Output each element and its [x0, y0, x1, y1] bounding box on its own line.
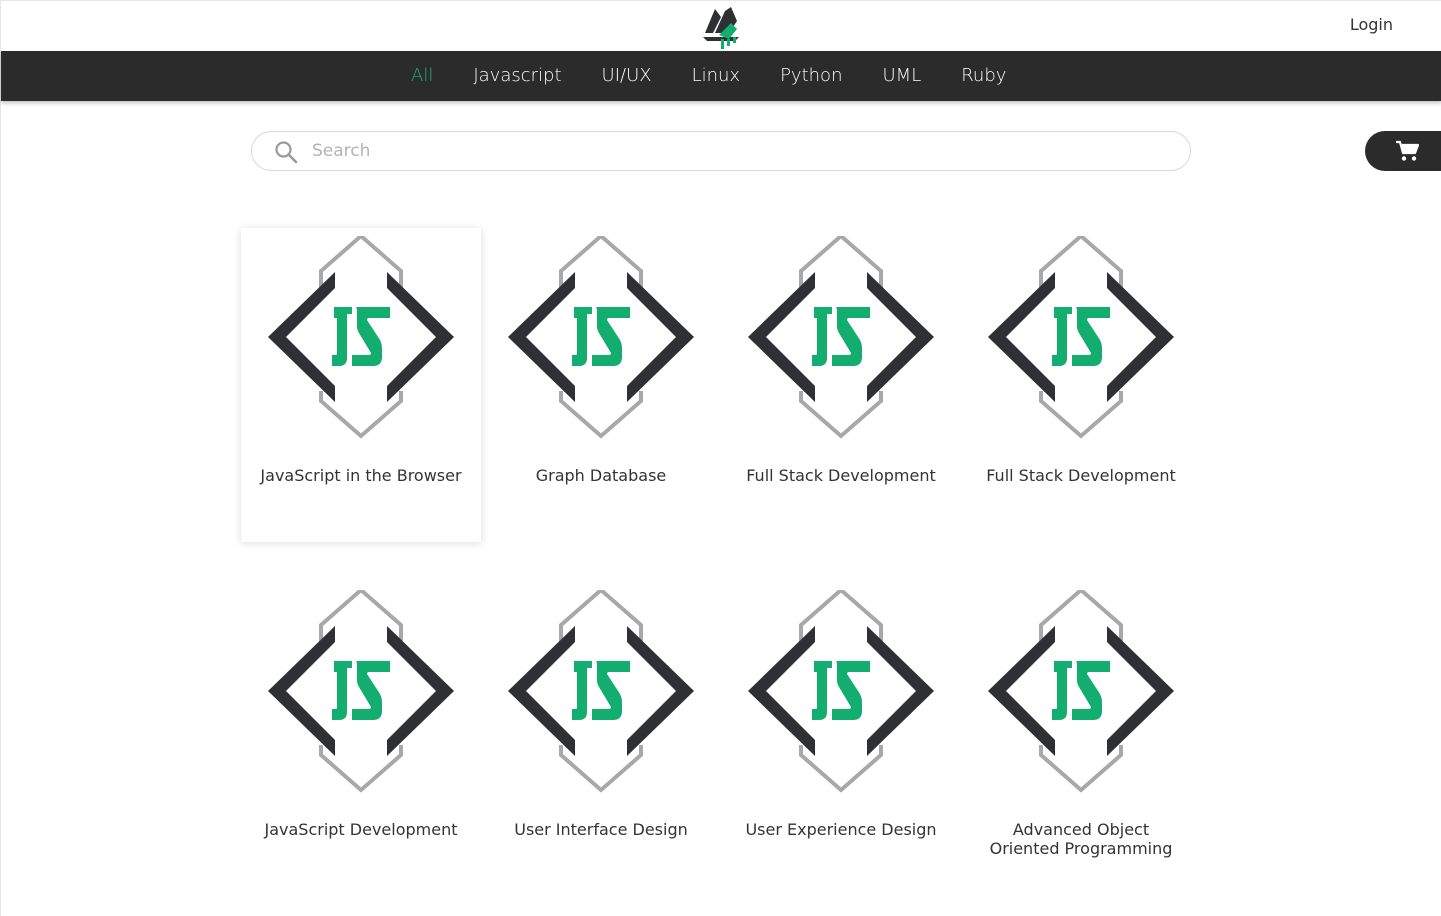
- category-tab-javascript[interactable]: Javascript: [453, 51, 581, 101]
- course-card[interactable]: Advanced Object Oriented Programming: [961, 582, 1201, 896]
- course-card[interactable]: JavaScript Development: [241, 582, 481, 896]
- course-title: JavaScript in the Browser: [260, 466, 462, 485]
- search-input[interactable]: [312, 138, 1172, 164]
- category-tab-linux[interactable]: Linux: [672, 51, 761, 101]
- search-icon[interactable]: [274, 140, 298, 164]
- cart-button[interactable]: [1365, 131, 1441, 171]
- login-link[interactable]: Login: [1350, 15, 1393, 34]
- course-card[interactable]: Full Stack Development: [961, 228, 1201, 542]
- course-title: Full Stack Development: [986, 466, 1176, 485]
- cart-icon: [1396, 140, 1419, 161]
- category-tab-ruby[interactable]: Ruby: [941, 51, 1026, 101]
- course-title: Full Stack Development: [746, 466, 936, 485]
- category-tab-python[interactable]: Python: [760, 51, 862, 101]
- search-bar: [251, 131, 1191, 171]
- category-nav: All Javascript UI/UX Linux Python UML Ruby: [1, 51, 1441, 101]
- course-card[interactable]: Full Stack Development: [721, 228, 961, 542]
- course-title: JavaScript Development: [264, 820, 458, 839]
- course-card[interactable]: JavaScript in the Browser: [241, 228, 481, 542]
- course-card[interactable]: User Experience Design: [721, 582, 961, 896]
- page: Login All Javascript UI/UX Linux Python UML Ru…: [0, 0, 1441, 916]
- category-tab-uml[interactable]: UML: [862, 51, 941, 101]
- course-title: User Experience Design: [745, 820, 937, 839]
- course-title: User Interface Design: [514, 820, 688, 839]
- course-title: Graph Database: [535, 466, 667, 485]
- leaf-logo-icon[interactable]: [701, 3, 743, 49]
- category-tab-all[interactable]: All: [399, 51, 453, 101]
- course-card[interactable]: Graph Database: [481, 228, 721, 542]
- course-card[interactable]: User Interface Design: [481, 582, 721, 896]
- category-tab-ui-ux[interactable]: UI/UX: [582, 51, 672, 101]
- course-title: Advanced Object Oriented Programming: [989, 820, 1173, 858]
- top-header: Login: [1, 1, 1441, 51]
